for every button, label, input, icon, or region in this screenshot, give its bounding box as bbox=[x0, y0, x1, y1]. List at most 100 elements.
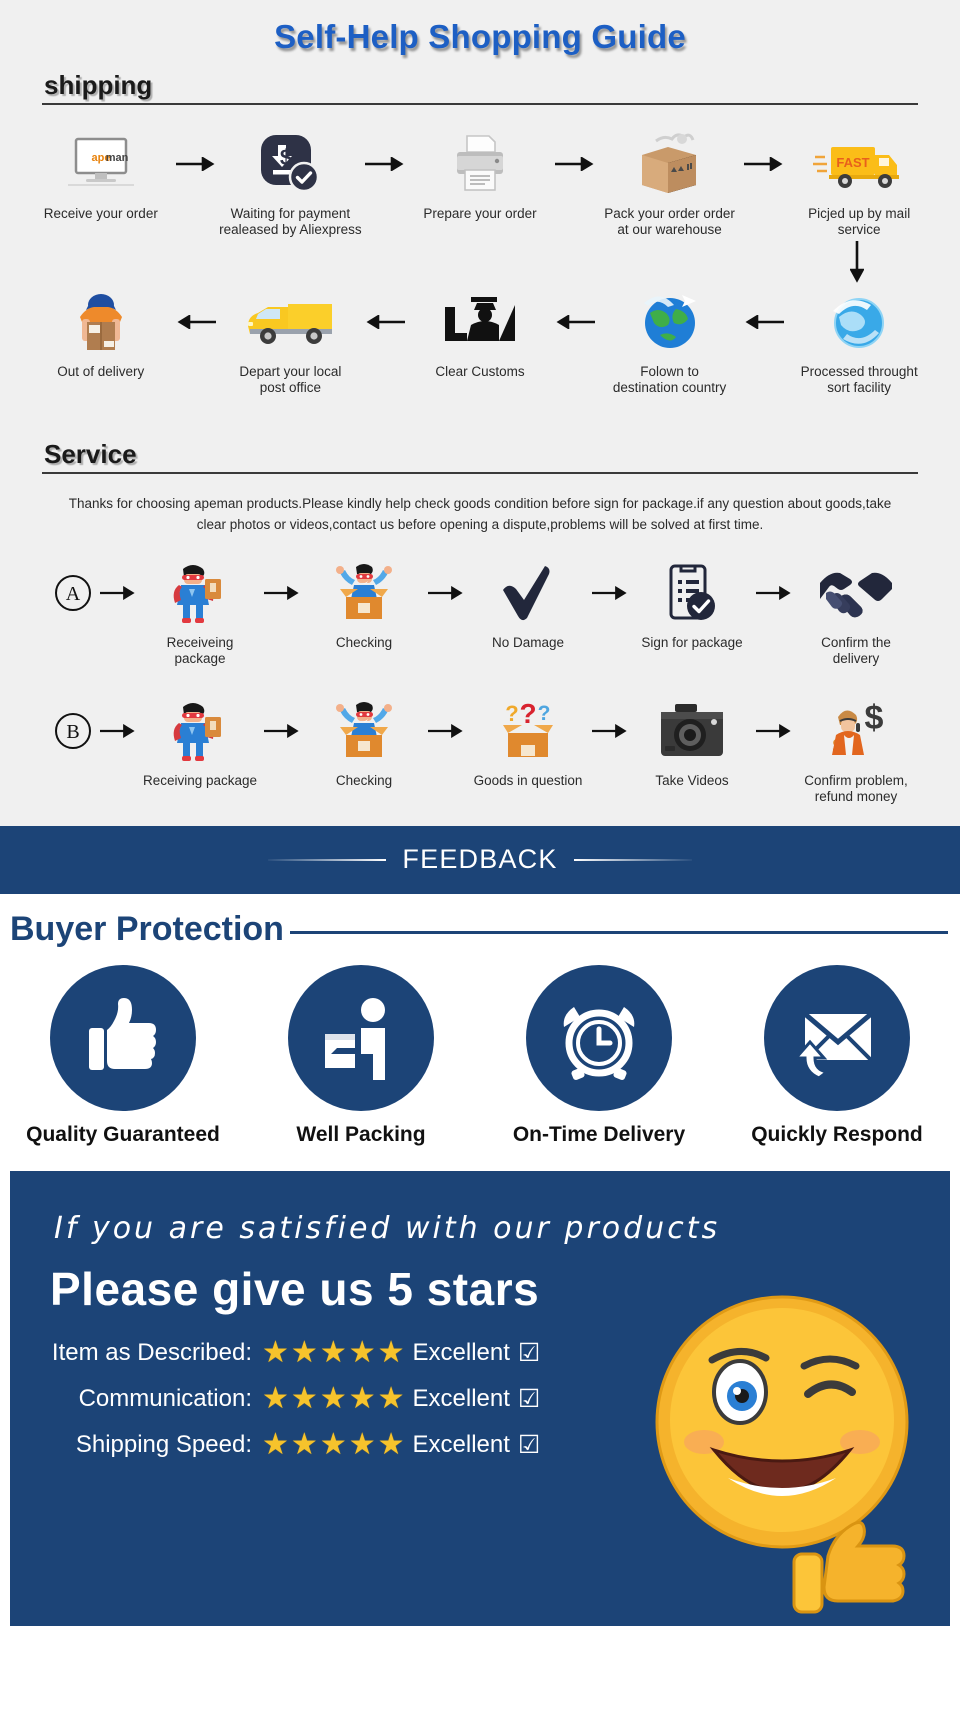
alarm-clock-icon bbox=[526, 964, 672, 1111]
svg-text:man: man bbox=[105, 152, 128, 164]
badge-b: B bbox=[50, 698, 96, 764]
service-step-label: Checking bbox=[335, 634, 393, 650]
hero-with-package-icon bbox=[169, 698, 231, 764]
rating-tagline: If you are satisfied with our products bbox=[54, 1210, 721, 1246]
star-icon[interactable]: ★ bbox=[291, 1429, 318, 1460]
service-step-label: Receiving package bbox=[142, 772, 258, 788]
rating-stars[interactable]: ★ ★ ★ ★ ★ bbox=[262, 1383, 405, 1414]
person-carry-box-icon bbox=[288, 964, 434, 1111]
flow-step-label: Out of delivery bbox=[57, 363, 145, 379]
service-step-checking-a: Checking bbox=[304, 560, 424, 651]
bp-item-label: Quickly Respond bbox=[751, 1122, 923, 1146]
star-icon[interactable]: ★ bbox=[378, 1383, 405, 1414]
buyer-protection-title: Buyer Protection bbox=[10, 909, 284, 948]
flow-step-label: Waiting for payment realeased by Aliexpr… bbox=[219, 206, 362, 238]
svg-text:FAST: FAST bbox=[837, 155, 870, 170]
svg-text:A: A bbox=[66, 583, 81, 605]
clipboard-check-icon bbox=[665, 560, 719, 626]
flow-step-depart-post-office: Depart your local post office bbox=[218, 289, 364, 397]
service-step-label: Confirm the delivery bbox=[821, 634, 891, 667]
star-icon[interactable]: ★ bbox=[320, 1337, 347, 1368]
service-flow-row-b: B Receiving package Checking ? ? ? Goods… bbox=[0, 698, 960, 826]
arrow-right-icon bbox=[588, 560, 632, 626]
service-step-take-videos: Take Videos bbox=[632, 698, 752, 789]
checkbox-checked-icon[interactable]: ☑ bbox=[518, 1338, 540, 1368]
service-divider bbox=[42, 471, 918, 474]
service-note: Thanks for choosing apeman products.Plea… bbox=[68, 495, 892, 532]
service-section-header: Service bbox=[42, 439, 918, 474]
rating-label: Shipping Speed: bbox=[75, 1430, 252, 1458]
package-box-icon bbox=[634, 131, 706, 197]
service-step-receiving-package-b: Receiving package bbox=[140, 698, 260, 789]
service-step-confirm-refund: $ $ Confirm problem, refund money bbox=[796, 698, 916, 806]
arrow-right-icon bbox=[752, 560, 796, 626]
arrow-right-icon bbox=[260, 560, 304, 626]
flow-step-label: Processed throught sort facility bbox=[800, 363, 918, 396]
flow-step-out-of-delivery: Out of delivery bbox=[28, 289, 174, 380]
star-icon[interactable]: ★ bbox=[378, 1429, 405, 1460]
winking-smiley-thumbs-up-icon bbox=[632, 1292, 932, 1622]
flow-step-label: Prepare your order bbox=[423, 206, 537, 221]
arrow-right-icon bbox=[260, 698, 304, 764]
arrow-right-icon bbox=[752, 698, 796, 764]
arrow-left-icon bbox=[363, 289, 407, 355]
shipping-section-header: shipping bbox=[42, 70, 918, 105]
shipping-flow-row-1: ape man Receive your order $ Waiting for… bbox=[0, 131, 960, 239]
star-icon[interactable]: ★ bbox=[262, 1383, 289, 1414]
flow-step-picked-up: FAST Picjed up by mail service bbox=[786, 131, 932, 239]
svg-text:$: $ bbox=[280, 145, 292, 170]
feedback-rule-left bbox=[268, 858, 387, 861]
happy-man-in-box-icon bbox=[332, 698, 396, 764]
flow-step-flown-destination: Folown to destination country bbox=[597, 289, 743, 397]
bp-item-label: On-Time Delivery bbox=[512, 1122, 686, 1146]
star-icon[interactable]: ★ bbox=[291, 1337, 318, 1368]
arrow-down-icon bbox=[850, 240, 864, 283]
flow-step-label: Picjed up by mail service bbox=[808, 206, 911, 238]
service-step-label: Confirm problem, refund money bbox=[804, 772, 908, 805]
customs-officer-icon bbox=[441, 289, 519, 355]
svg-text:?: ? bbox=[519, 699, 536, 729]
rating-label: Communication: bbox=[78, 1384, 252, 1412]
star-icon[interactable]: ★ bbox=[378, 1337, 405, 1368]
service-step-label: Receiveing package bbox=[166, 634, 234, 667]
rating-stars[interactable]: ★ ★ ★ ★ ★ bbox=[262, 1429, 405, 1460]
svg-text:B: B bbox=[66, 721, 79, 743]
star-icon[interactable]: ★ bbox=[262, 1429, 289, 1460]
fast-truck-icon: FAST bbox=[813, 131, 905, 197]
hero-with-package-icon bbox=[169, 560, 231, 626]
star-icon[interactable]: ★ bbox=[349, 1383, 376, 1414]
star-icon[interactable]: ★ bbox=[349, 1429, 376, 1460]
rating-stars[interactable]: ★ ★ ★ ★ ★ bbox=[262, 1337, 405, 1368]
globe-plane-icon bbox=[638, 289, 702, 355]
flow-step-prepare-order: Prepare your order bbox=[407, 131, 553, 222]
service-step-label: Take Videos bbox=[655, 772, 729, 788]
star-icon[interactable]: ★ bbox=[349, 1337, 376, 1368]
checkbox-checked-icon[interactable]: ☑ bbox=[518, 1384, 540, 1414]
rating-word: Excellent bbox=[412, 1430, 510, 1458]
flow-connector-down bbox=[0, 240, 960, 285]
star-icon[interactable]: ★ bbox=[320, 1383, 347, 1414]
service-step-sign-for-package: Sign for package bbox=[632, 560, 752, 651]
svg-text:?: ? bbox=[505, 701, 518, 726]
delivery-man-box-icon bbox=[68, 289, 134, 355]
buyer-protection-header: Buyer Protection bbox=[0, 910, 960, 949]
rating-panel: If you are satisfied with our products P… bbox=[10, 1170, 950, 1626]
arrow-right-icon bbox=[96, 560, 140, 626]
star-icon[interactable]: ★ bbox=[320, 1429, 347, 1460]
question-box-icon: ? ? ? bbox=[496, 698, 560, 764]
flow-step-label: Clear Customs bbox=[435, 363, 525, 379]
buyer-protection-section: Buyer Protection Quality Guaranteed Well… bbox=[0, 893, 960, 1157]
rating-word: Excellent bbox=[412, 1338, 510, 1366]
star-icon[interactable]: ★ bbox=[291, 1383, 318, 1414]
checkbox-checked-icon[interactable]: ☑ bbox=[518, 1430, 540, 1460]
badge-a: A bbox=[50, 560, 96, 626]
monitor-order-icon: ape man bbox=[64, 131, 138, 197]
shipping-flow-row-2: Out of delivery Depart your local post o… bbox=[0, 289, 960, 397]
sort-facility-globe-icon bbox=[827, 289, 891, 355]
shopping-guide-page: Self-Help Shopping Guide shipping ape ma… bbox=[0, 0, 960, 1717]
flow-step-sort-facility: Processed throught sort facility bbox=[786, 289, 932, 397]
happy-man-in-box-icon bbox=[332, 560, 396, 626]
star-icon[interactable]: ★ bbox=[262, 1337, 289, 1368]
arrow-right-icon bbox=[588, 698, 632, 764]
service-flow-row-a: A Receiveing package Checking No Damage … bbox=[0, 560, 960, 668]
